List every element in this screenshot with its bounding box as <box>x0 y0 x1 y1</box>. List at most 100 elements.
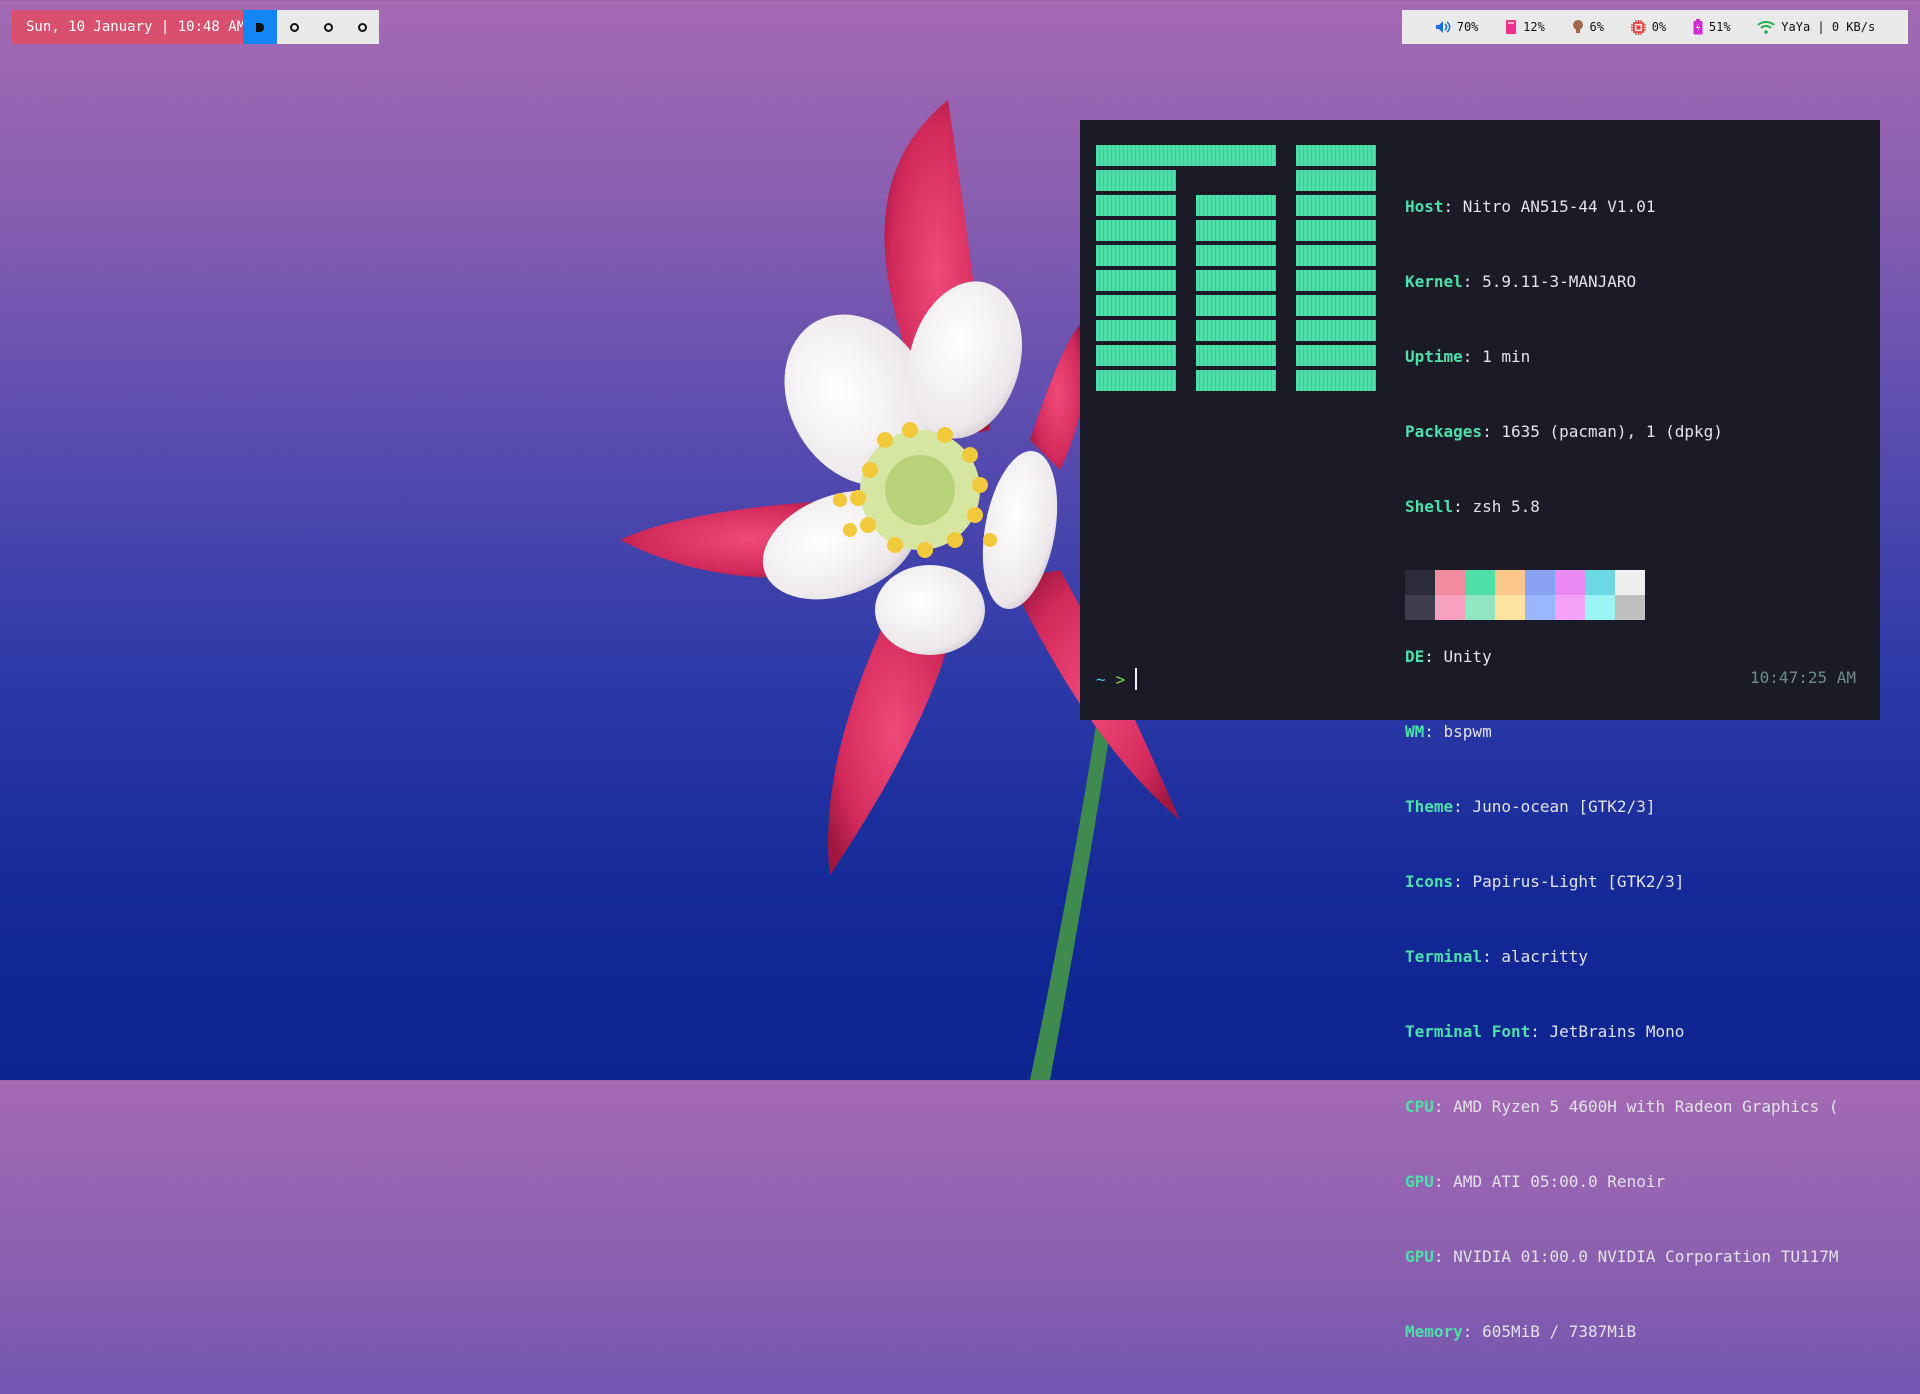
cpu-module[interactable]: 0% <box>1630 19 1667 35</box>
info-value: 1 min <box>1482 347 1531 366</box>
neofetch-info: Host: Nitro AN515-44 V1.01 Kernel: 5.9.1… <box>1405 144 1838 1394</box>
battery-value: 51% <box>1708 20 1731 34</box>
prompt-arrow-icon: > <box>1115 669 1126 689</box>
wifi-value: YaYa | 0 KB/s <box>1781 20 1876 34</box>
prompt-cwd: ~ <box>1096 669 1106 689</box>
info-value: NVIDIA 01:00.0 NVIDIA Corporation TU117M <box>1453 1247 1839 1266</box>
info-key: DE <box>1405 647 1425 666</box>
info-row: Theme: Juno-ocean [GTK2/3] <box>1405 797 1656 816</box>
info-key: Theme <box>1405 797 1454 816</box>
palette-swatch-bright-1 <box>1435 595 1465 620</box>
palette-swatch-bright-0 <box>1405 595 1435 620</box>
topbar-right: 70% 12% 6% 0% 51% YaYa | 0 KB/s <box>1402 10 1908 44</box>
palette-swatch-normal-4 <box>1525 570 1555 595</box>
workspace-2-button[interactable] <box>277 10 311 44</box>
info-key: Terminal Font <box>1405 1022 1531 1041</box>
wifi-module[interactable]: YaYa | 0 KB/s <box>1757 20 1875 34</box>
workspace-empty-icon <box>323 22 333 32</box>
info-key: Uptime <box>1405 347 1463 366</box>
terminal-window[interactable]: Host: Nitro AN515-44 V1.01 Kernel: 5.9.1… <box>1080 120 1880 1341</box>
workspace-active-icon <box>256 22 264 32</box>
info-row: Host: Nitro AN515-44 V1.01 <box>1405 197 1656 216</box>
info-value: alacritty <box>1501 947 1589 966</box>
info-key: Packages <box>1405 422 1483 441</box>
palette-swatch-bright-3 <box>1495 595 1525 620</box>
info-value: Unity <box>1443 647 1492 666</box>
wifi-icon <box>1757 21 1775 34</box>
shell-prompt[interactable]: ~ > <box>1096 668 1138 690</box>
palette-swatch-bright-6 <box>1585 595 1615 620</box>
info-row: Kernel: 5.9.11-3-MANJARO <box>1405 272 1637 291</box>
memory-module[interactable]: 12% <box>1505 19 1545 35</box>
info-value: bspwm <box>1443 722 1492 741</box>
palette-swatch-normal-7 <box>1615 570 1645 595</box>
info-row: Memory: 605MiB / 7387MiB <box>1405 1322 1637 1341</box>
info-key: Memory <box>1405 1322 1463 1341</box>
info-value: AMD ATI 05:00.0 Renoir <box>1453 1172 1666 1191</box>
text-cursor <box>1135 668 1138 690</box>
workspace-4-button[interactable] <box>345 10 379 44</box>
memory-value: 12% <box>1523 20 1545 34</box>
info-key: GPU <box>1405 1172 1434 1191</box>
volume-icon <box>1435 21 1451 33</box>
battery-icon <box>1693 19 1703 35</box>
memory-icon <box>1506 20 1517 34</box>
temperature-value: 6% <box>1589 20 1604 34</box>
palette-swatch-bright-5 <box>1555 595 1585 620</box>
temperature-module[interactable]: 6% <box>1572 19 1604 35</box>
info-row: Packages: 1635 (pacman), 1 (dpkg) <box>1405 422 1723 441</box>
info-row: GPU: AMD ATI 05:00.0 Renoir <box>1405 1172 1666 1191</box>
logo-row-stripes <box>1096 166 1376 401</box>
info-row: CPU: AMD Ryzen 5 4600H with Radeon Graph… <box>1405 1097 1839 1116</box>
info-value: 5.9.11-3-MANJARO <box>1482 272 1637 291</box>
info-value: Juno-ocean [GTK2/3] <box>1472 797 1656 816</box>
battery-module[interactable]: 51% <box>1693 19 1731 35</box>
volume-value: 70% <box>1456 20 1479 34</box>
info-key: CPU <box>1405 1097 1434 1116</box>
workspace-empty-icon <box>357 22 367 32</box>
palette-swatch-normal-1 <box>1435 570 1465 595</box>
manjaro-logo <box>1096 145 1376 401</box>
info-row: DE: Unity <box>1405 647 1492 666</box>
cpu-icon <box>1630 19 1646 35</box>
info-key: Icons <box>1405 872 1454 891</box>
info-key: Kernel <box>1405 272 1463 291</box>
prompt-clock: 10:47:25 AM <box>1750 668 1856 687</box>
info-value: JetBrains Mono <box>1549 1022 1685 1041</box>
volume-module[interactable]: 70% <box>1435 20 1479 34</box>
info-row: Uptime: 1 min <box>1405 347 1531 366</box>
info-key: Shell <box>1405 497 1454 516</box>
info-key: WM <box>1405 722 1425 741</box>
info-row: Terminal Font: JetBrains Mono <box>1405 1022 1685 1041</box>
palette-swatch-normal-5 <box>1555 570 1585 595</box>
palette-swatch-bright-2 <box>1465 595 1495 620</box>
info-value: zsh 5.8 <box>1472 497 1540 516</box>
cpu-value: 0% <box>1651 20 1667 34</box>
color-palette <box>1405 570 1645 620</box>
palette-swatch-normal-0 <box>1405 570 1435 595</box>
workspace-3-button[interactable] <box>311 10 345 44</box>
workspace-1-button[interactable] <box>243 10 277 44</box>
info-value: 1635 (pacman), 1 (dpkg) <box>1501 422 1723 441</box>
info-value: Papirus-Light [GTK2/3] <box>1472 872 1685 891</box>
workspace-empty-icon <box>289 22 299 32</box>
info-row: Icons: Papirus-Light [GTK2/3] <box>1405 872 1685 891</box>
info-key: GPU <box>1405 1247 1434 1266</box>
info-key: Host <box>1405 197 1444 216</box>
info-row: Shell: zsh 5.8 <box>1405 497 1540 516</box>
info-row: GPU: NVIDIA 01:00.0 NVIDIA Corporation T… <box>1405 1247 1839 1266</box>
info-value: 605MiB / 7387MiB <box>1482 1322 1637 1341</box>
datetime-label: Sun, 10 January | 10:48 AM <box>12 10 245 44</box>
topbar-left: Sun, 10 January | 10:48 AM <box>12 10 379 44</box>
palette-swatch-normal-2 <box>1465 570 1495 595</box>
palette-swatch-normal-3 <box>1495 570 1525 595</box>
info-value: AMD Ryzen 5 4600H with Radeon Graphics ( <box>1453 1097 1839 1116</box>
palette-swatch-bright-7 <box>1615 595 1645 620</box>
info-row: WM: bspwm <box>1405 722 1492 741</box>
temperature-icon <box>1572 20 1583 33</box>
palette-swatch-normal-6 <box>1585 570 1615 595</box>
info-value: Nitro AN515-44 V1.01 <box>1462 197 1656 216</box>
palette-swatch-bright-4 <box>1525 595 1555 620</box>
info-row: Terminal: alacritty <box>1405 947 1589 966</box>
info-key: Terminal <box>1405 947 1483 966</box>
